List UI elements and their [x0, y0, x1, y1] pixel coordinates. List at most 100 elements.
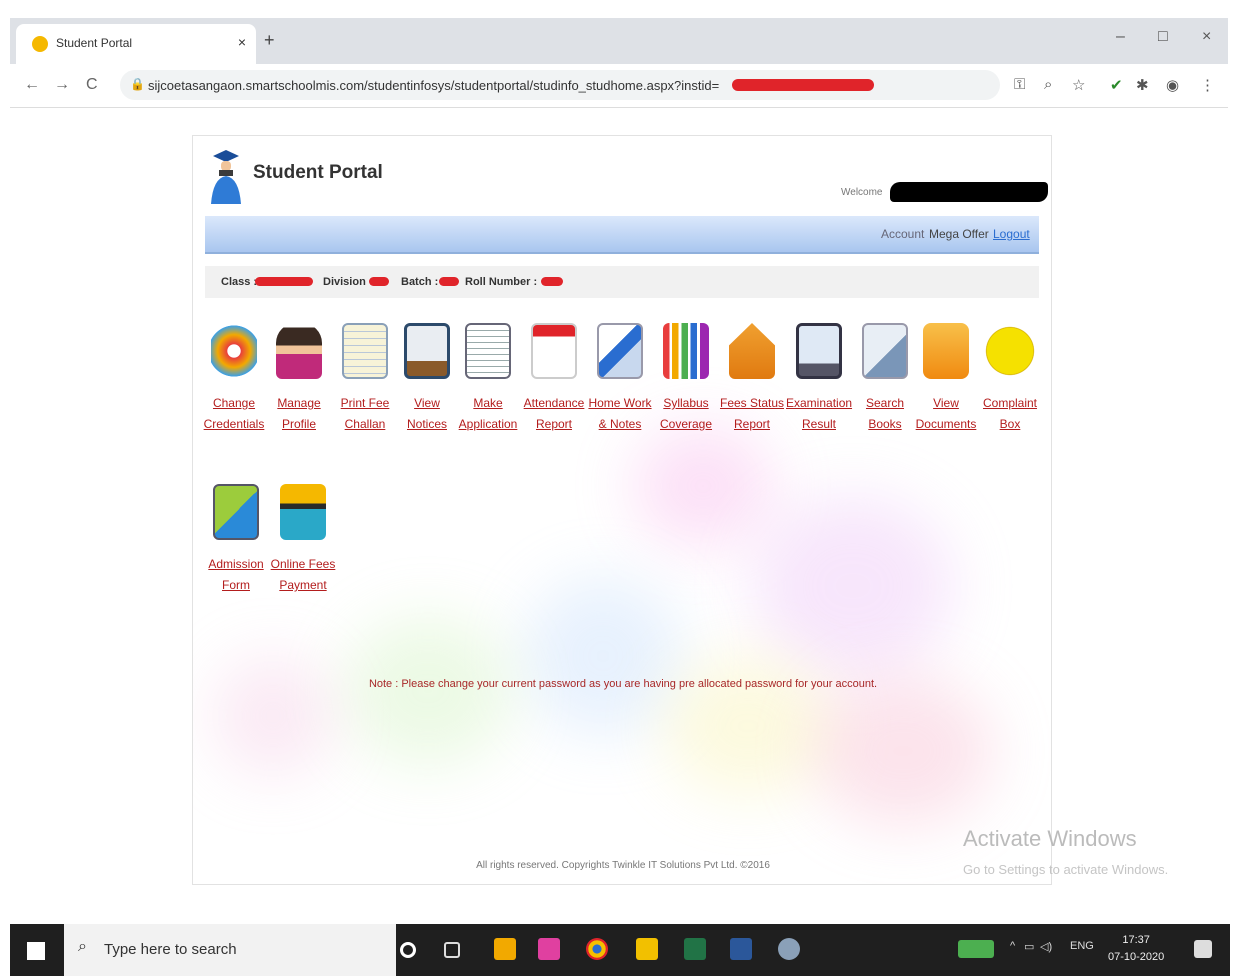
menu-bar: Account Mega Offer Logout [205, 216, 1039, 254]
excel-icon[interactable] [684, 938, 706, 960]
activate-windows-title: Activate Windows [963, 826, 1137, 851]
tile-label-line2: Application [458, 417, 518, 431]
notes-pen-icon [597, 323, 643, 379]
minimize-button[interactable]: – [1116, 28, 1125, 46]
tile-attendance-report[interactable]: Attendance Report [521, 323, 587, 435]
flower-settings-icon [211, 323, 257, 379]
tile-syllabus-coverage[interactable]: Syllabus Coverage [653, 323, 719, 435]
notification-icon[interactable] [1194, 940, 1212, 958]
tile-label-line2: Notices [406, 417, 447, 431]
tile-examination-result[interactable]: Examination Result [786, 323, 852, 435]
tile-label-line1: Manage [277, 396, 321, 410]
language-indicator[interactable]: ENG [1070, 940, 1094, 952]
user-profile-icon [276, 323, 322, 379]
tile-view-notices[interactable]: View Notices [394, 323, 460, 435]
address-bar-row: ← → C 🔒 sijcoetasangaon.smartschoolmis.c… [10, 64, 1228, 108]
copyright-footer: All rights reserved. Copyrights Twinkle … [476, 860, 770, 871]
tab-close-icon[interactable]: × [238, 34, 246, 50]
taskbar-clock[interactable]: 17:37 07-10-2020 [1108, 932, 1164, 966]
browser-tab[interactable]: Student Portal × [16, 24, 256, 64]
tile-search-books[interactable]: Search Books [852, 323, 918, 435]
password-note: Note : Please change your current passwo… [368, 678, 878, 690]
redaction-mark [890, 182, 1048, 202]
monitor-chart-icon [796, 323, 842, 379]
tile-manage-profile[interactable]: Manage Profile [266, 323, 332, 435]
notice-board-icon [404, 323, 450, 379]
background-splash [813, 676, 993, 826]
tile-online-fees-payment[interactable]: Online Fees Payment [270, 484, 336, 596]
tile-label-line1: Attendance [523, 396, 585, 410]
close-window-button[interactable]: × [1202, 28, 1211, 46]
tile-change-credentials[interactable]: Change Credentials [201, 323, 267, 435]
url-text: sijcoetasangaon.smartschoolmis.com/stude… [148, 78, 720, 93]
puzzle-extension-icon[interactable]: ✱ [1136, 76, 1149, 94]
key-icon[interactable]: ⚿ [1014, 76, 1025, 93]
tile-label-line1: Make [473, 396, 503, 410]
start-button[interactable] [10, 924, 64, 976]
tile-label-line1: Print Fee [340, 396, 390, 410]
folder-icon [923, 323, 969, 379]
taskbar-search-box[interactable]: ⌕ Type here to search [64, 924, 396, 976]
volume-icon[interactable]: ◁) [1040, 940, 1052, 953]
logout-link[interactable]: Logout [993, 227, 1030, 241]
sad-face-icon [984, 323, 1036, 379]
tile-print-fee-challan[interactable]: Print Fee Challan [332, 323, 398, 435]
tray-app-icon[interactable] [958, 940, 994, 958]
word-icon[interactable] [730, 938, 752, 960]
zoom-icon[interactable]: ⌕ [1044, 76, 1052, 93]
tile-label-line1: Syllabus [663, 396, 709, 410]
background-splash [213, 656, 333, 776]
tray-chevron-icon[interactable]: ^ [1010, 940, 1015, 952]
maximize-button[interactable]: □ [1158, 28, 1168, 46]
redaction-mark [369, 277, 389, 286]
back-button[interactable]: ← [24, 76, 40, 94]
file-explorer-icon[interactable] [636, 938, 658, 960]
background-splash [343, 616, 513, 766]
menu-kebab-icon[interactable]: ⋮ [1200, 76, 1215, 94]
tile-label-line1: Search [865, 396, 905, 410]
student-logo-icon [211, 150, 241, 204]
portal-title: Student Portal [253, 162, 383, 183]
mega-offer-link[interactable]: Mega Offer [929, 227, 989, 241]
browser-window: Student Portal × + – □ × ← → C 🔒 sijcoet… [10, 18, 1228, 118]
search-book-icon [862, 323, 908, 379]
url-field[interactable]: 🔒 sijcoetasangaon.smartschoolmis.com/stu… [120, 70, 1000, 100]
tile-label-line1: Examination [786, 396, 853, 410]
bar-chart-icon [663, 323, 709, 379]
tile-label-line2: Form [222, 578, 250, 592]
tile-view-documents[interactable]: View Documents [913, 323, 979, 435]
search-placeholder: Type here to search [104, 941, 237, 958]
clipboard-icon [342, 323, 388, 379]
tile-complaint-box[interactable]: Complaint Box [977, 323, 1043, 435]
star-icon[interactable]: ☆ [1072, 76, 1085, 94]
battery-icon[interactable]: ▭ [1024, 940, 1034, 953]
tile-make-application[interactable]: Make Application [455, 323, 521, 435]
credit-card-icon [280, 484, 326, 540]
redaction-mark [732, 79, 874, 91]
tile-label-line2: Box [999, 417, 1021, 431]
tile-fees-status-report[interactable]: Fees Status Report [719, 323, 785, 435]
new-tab-button[interactable]: + [264, 30, 275, 51]
task-view-icon[interactable] [444, 942, 460, 958]
tile-label-line2: Profile [281, 417, 316, 431]
reload-button[interactable]: C [86, 76, 98, 94]
background-splash [663, 656, 833, 796]
tile-home-work-notes[interactable]: Home Work & Notes [587, 323, 653, 435]
tile-label-line2: Report [535, 417, 573, 431]
tile-admission-form[interactable]: Admission Form [203, 484, 269, 596]
profile-icon[interactable]: ◉ [1166, 76, 1179, 94]
clock-date: 07-10-2020 [1108, 951, 1165, 963]
document-icon [465, 323, 511, 379]
forward-button[interactable]: → [54, 76, 70, 94]
app-globe-icon[interactable] [778, 938, 800, 960]
tile-label-line2: Credentials [203, 417, 265, 431]
app-pink-icon[interactable] [538, 938, 560, 960]
admission-form-icon [213, 484, 259, 540]
clock-time: 17:37 [1122, 934, 1150, 946]
chrome-icon[interactable] [586, 938, 608, 960]
account-link[interactable]: Account [881, 227, 924, 241]
cortana-icon[interactable] [400, 942, 416, 958]
tab-title: Student Portal [56, 36, 133, 50]
sublime-icon[interactable] [494, 938, 516, 960]
check-extension-icon[interactable]: ✔ [1110, 76, 1123, 94]
